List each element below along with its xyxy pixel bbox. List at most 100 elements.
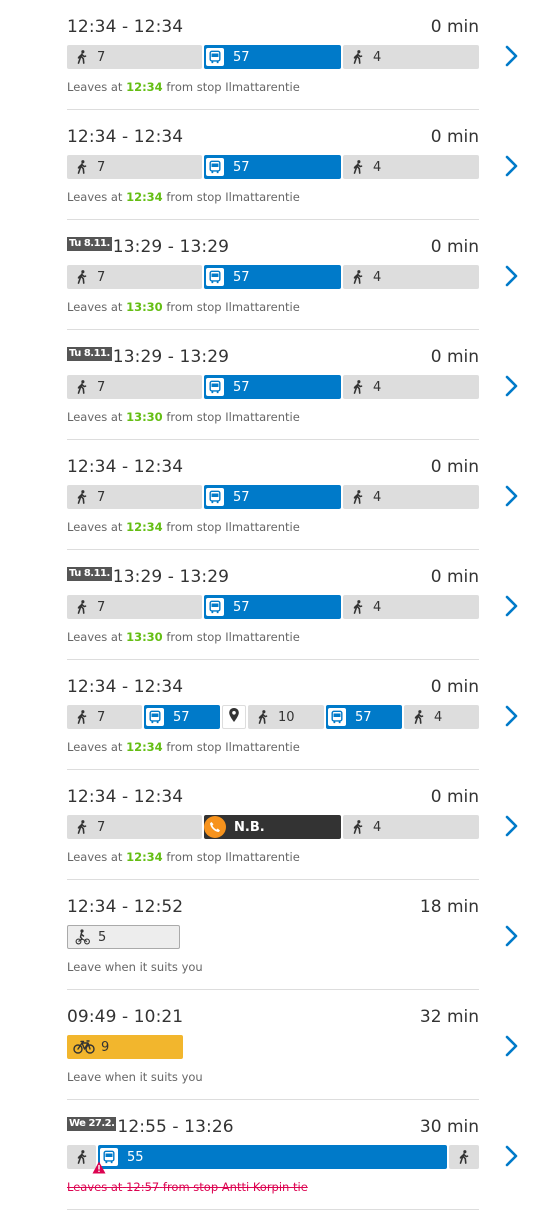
itinerary-row[interactable]: 12:34 - 12:34 0 min 7 57 4 Leaves at 12:… [67,0,479,110]
walk-leg: 4 [343,155,479,179]
leg-bar: 5 [67,925,479,949]
departure-note: Leaves at 13:30 from stop Ilmattarentie [67,630,300,644]
bike-leg-minutes: 5 [98,929,107,945]
walk-icon [410,708,428,726]
bus-leg: 57 [144,705,220,729]
date-badge: We 27.2. [67,1117,117,1131]
bus-leg: 57 [326,705,402,729]
chevron-right-icon[interactable] [505,1145,519,1167]
walk-leg-minutes: 7 [97,489,106,505]
itinerary-time: 12:34 - 12:34 [67,677,184,697]
itinerary-duration: 32 min [419,1007,479,1027]
itinerary-time: We 27.2. 12:55 - 13:26 [67,1117,234,1137]
bus-icon [206,378,224,396]
bus-leg: 57 [204,375,341,399]
walk-leg: 4 [343,595,479,619]
walk-icon [349,158,367,176]
walk-leg: 4 [343,265,479,289]
departure-note: Leaves at 12:34 from stop Ilmattarentie [67,80,300,94]
itinerary-time: Tu 8.11. 13:29 - 13:29 [67,567,230,587]
walk-icon [349,598,367,616]
walk-icon [73,708,91,726]
bus-leg: 55 [98,1145,447,1169]
walk-leg: 7 [67,815,202,839]
bus-icon [206,598,224,616]
walk-icon [254,708,272,726]
itinerary-row[interactable]: 12:34 - 12:34 0 min 7 57 4 Leaves at 12:… [67,110,479,220]
walk-icon [73,488,91,506]
leg-bar: 7 57 10 57 4 [67,705,479,729]
walk-icon [73,818,91,836]
chevron-right-icon[interactable] [505,375,519,397]
chevron-right-icon[interactable] [505,155,519,177]
bus-leg: 57 [204,595,341,619]
walk-leg: 4 [343,485,479,509]
walk-leg-minutes: 7 [97,819,106,835]
itinerary-time: 12:34 - 12:52 [67,897,184,917]
itinerary-time: 09:49 - 10:21 [67,1007,184,1027]
walk-leg: 7 [67,595,202,619]
itinerary-time: 12:34 - 12:34 [67,17,184,37]
chevron-right-icon[interactable] [505,595,519,617]
bus-leg: 57 [204,265,341,289]
departure-note: Leaves at 13:30 from stop Ilmattarentie [67,300,300,314]
itinerary-row[interactable]: 09:49 - 10:21 32 min 9 Leave when it sui… [67,990,479,1100]
itinerary-row[interactable]: We 27.2. 12:55 - 13:26 30 min 55 Leaves a… [67,1100,479,1210]
itinerary-duration: 0 min [430,677,479,697]
itinerary-row[interactable]: Tu 8.11. 13:29 - 13:29 0 min 7 57 4 Leave… [67,330,479,440]
walk-leg [449,1145,479,1169]
bus-route-number: 57 [233,379,250,395]
bus-icon [206,158,224,176]
bike-walk-leg: 5 [67,925,180,949]
walk-leg: 4 [343,45,479,69]
walk-icon [73,48,91,66]
itinerary-row[interactable]: Tu 8.11. 13:29 - 13:29 0 min 7 57 4 Leave… [67,550,479,660]
chevron-right-icon[interactable] [505,705,519,727]
leg-bar: 7 57 4 [67,375,479,399]
leg-bar: 9 [67,1035,479,1059]
date-badge: Tu 8.11. [67,567,112,581]
chevron-right-icon[interactable] [505,815,519,837]
cancelled-departure-note: Leaves at 12:57 from stop Antti Korpin t… [67,1180,308,1194]
itinerary-duration: 0 min [430,787,479,807]
itinerary-row[interactable]: 12:34 - 12:34 0 min 7 N.B. 4 Leaves at 1… [67,770,479,880]
chevron-right-icon[interactable] [505,925,519,947]
itinerary-duration: 18 min [419,897,479,917]
walk-leg: 7 [67,705,142,729]
walk-leg-minutes: 7 [97,49,106,65]
itinerary-duration: 0 min [430,567,479,587]
walk-leg-minutes: 4 [373,819,382,835]
map-pin-icon [228,707,240,727]
itinerary-row[interactable]: Tu 8.11. 13:29 - 13:29 0 min 7 57 4 Leave… [67,220,479,330]
walk-leg-minutes: 4 [373,489,382,505]
chevron-right-icon[interactable] [505,265,519,287]
departure-note: Leaves at 12:34 from stop Ilmattarentie [67,190,300,204]
walk-icon [73,268,91,286]
leg-bar: 55 [67,1145,479,1174]
itinerary-duration: 30 min [419,1117,479,1137]
walk-leg: 7 [67,375,202,399]
itinerary-row[interactable]: 12:34 - 12:34 0 min 7 57 4 Leaves at 12:… [67,440,479,550]
chevron-right-icon[interactable] [505,485,519,507]
walk-leg-minutes: 7 [97,269,106,285]
walk-leg-minutes: 7 [97,379,106,395]
walk-leg-minutes: 7 [97,709,106,725]
bus-icon [146,708,164,726]
chevron-right-icon[interactable] [505,45,519,67]
itinerary-row[interactable]: 12:34 - 12:34 0 min 7 57 10 57 4 Leaves … [67,660,479,770]
walk-leg: 10 [248,705,324,729]
walk-leg-minutes: 4 [434,709,443,725]
bus-icon [206,488,224,506]
leg-bar: 7 N.B. 4 [67,815,479,839]
leg-bar: 7 57 4 [67,45,479,69]
bicycle-icon [73,1038,95,1056]
itinerary-row[interactable]: 12:34 - 12:52 18 min 5 Leave when it sui… [67,880,479,990]
citybike-leg: 9 [67,1035,183,1059]
walk-leg: 7 [67,45,202,69]
bus-icon [206,48,224,66]
chevron-right-icon[interactable] [505,1035,519,1057]
bus-route-number: 57 [173,709,190,725]
itinerary-duration: 0 min [430,17,479,37]
walk-leg-minutes: 4 [373,599,382,615]
itinerary-duration: 0 min [430,457,479,477]
